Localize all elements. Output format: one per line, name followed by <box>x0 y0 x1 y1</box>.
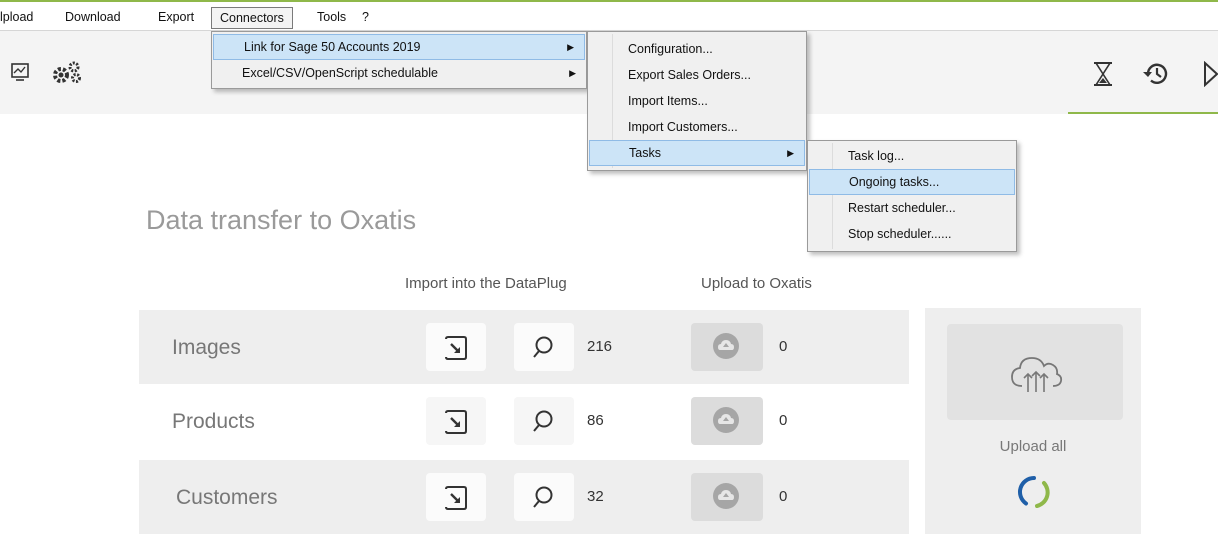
import-icon <box>445 336 467 360</box>
upload-count: 0 <box>779 412 788 429</box>
upload-cloud-icon <box>713 333 739 359</box>
monitor-icon[interactable] <box>10 61 32 83</box>
menu-item-import-customers[interactable]: Import Customers... <box>588 114 806 140</box>
submenu-arrow-icon: ▶ <box>787 148 794 158</box>
import-button[interactable] <box>426 397 486 445</box>
cloud-upload-icon <box>1011 357 1063 392</box>
menu-item-excel-csv[interactable]: Excel/CSV/OpenScript schedulable ▶ <box>212 60 586 86</box>
import-icon <box>445 410 467 434</box>
row-label: Customers <box>176 486 278 509</box>
column-header-import: Import into the DataPlug <box>405 275 567 292</box>
search-button[interactable] <box>514 473 574 521</box>
search-button[interactable] <box>514 323 574 371</box>
menu-connectors[interactable]: Connectors <box>211 7 293 29</box>
upload-button[interactable] <box>691 397 763 445</box>
row-customers: Customers 32 0 <box>139 460 909 534</box>
upload-cloud-icon <box>713 407 739 433</box>
menu-export[interactable]: Export <box>158 10 194 24</box>
menu-help[interactable]: ? <box>362 10 369 24</box>
search-icon <box>533 410 553 432</box>
page-title: Data transfer to Oxatis <box>146 205 417 235</box>
menu-item-label: Import Customers... <box>628 120 738 134</box>
import-button[interactable] <box>426 473 486 521</box>
search-icon <box>533 336 553 358</box>
menu-item-label: Export Sales Orders... <box>628 68 751 82</box>
menu-tools[interactable]: Tools <box>317 10 346 24</box>
upload-cloud-icon <box>713 483 739 509</box>
search-icon <box>533 486 553 508</box>
upload-button[interactable] <box>691 473 763 521</box>
hourglass-icon[interactable] <box>1092 61 1114 87</box>
menu-item-label: Restart scheduler... <box>848 201 956 215</box>
row-label: Products <box>172 410 255 433</box>
row-products: Products 86 0 <box>139 384 909 458</box>
menu-item-label: Import Items... <box>628 94 708 108</box>
menu-item-label: Excel/CSV/OpenScript schedulable <box>242 66 438 80</box>
menu-item-restart-scheduler[interactable]: Restart scheduler... <box>808 195 1016 221</box>
menu-item-label: Tasks <box>629 146 661 160</box>
upload-all-button[interactable] <box>947 324 1123 420</box>
active-tab-indicator <box>1068 112 1218 114</box>
menu-item-configuration[interactable]: Configuration... <box>588 36 806 62</box>
menu-download[interactable]: Download <box>65 10 121 24</box>
upload-all-panel: Upload all <box>925 308 1141 534</box>
import-icon <box>445 486 467 510</box>
row-label: Images <box>172 336 241 359</box>
gears-icon[interactable] <box>50 59 84 85</box>
menu-item-label: Task log... <box>848 149 905 163</box>
connectors-menu: Link for Sage 50 Accounts 2019 ▶ Excel/C… <box>211 31 587 89</box>
menu-item-export-sales-orders[interactable]: Export Sales Orders... <box>588 62 806 88</box>
row-images: Images 216 0 <box>139 310 909 384</box>
upload-button[interactable] <box>691 323 763 371</box>
menu-item-label: Stop scheduler...... <box>848 227 952 241</box>
submenu-arrow-icon: ▶ <box>567 42 574 52</box>
sync-spinner-icon <box>1018 476 1050 508</box>
menu-upload[interactable]: lpload <box>0 10 33 24</box>
import-count: 216 <box>587 338 613 355</box>
menu-item-ongoing-tasks[interactable]: Ongoing tasks... <box>809 169 1015 195</box>
play-icon[interactable] <box>1203 61 1218 87</box>
menu-item-import-items[interactable]: Import Items... <box>588 88 806 114</box>
sage-submenu: Configuration... Export Sales Orders... … <box>587 31 807 171</box>
search-button[interactable] <box>514 397 574 445</box>
import-count: 32 <box>587 488 604 505</box>
accent-line <box>0 0 1218 2</box>
menu-item-label: Ongoing tasks... <box>849 175 940 189</box>
history-icon[interactable] <box>1142 60 1170 88</box>
upload-count: 0 <box>779 488 788 505</box>
upload-count: 0 <box>779 338 788 355</box>
import-count: 86 <box>587 412 604 429</box>
column-header-upload: Upload to Oxatis <box>701 275 812 292</box>
tasks-submenu: Task log... Ongoing tasks... Restart sch… <box>807 140 1017 252</box>
menu-item-label: Configuration... <box>628 42 713 56</box>
menu-item-sage50[interactable]: Link for Sage 50 Accounts 2019 ▶ <box>213 34 585 60</box>
import-button[interactable] <box>426 323 486 371</box>
menu-item-task-log[interactable]: Task log... <box>808 143 1016 169</box>
upload-all-label: Upload all <box>999 438 1067 455</box>
menu-bar: lpload Download Export Connectors Tools … <box>0 0 1218 31</box>
submenu-arrow-icon: ▶ <box>569 68 576 78</box>
menu-item-label: Link for Sage 50 Accounts 2019 <box>244 40 421 54</box>
menu-item-tasks[interactable]: Tasks ▶ <box>589 140 805 166</box>
menu-item-stop-scheduler[interactable]: Stop scheduler...... <box>808 221 1016 247</box>
